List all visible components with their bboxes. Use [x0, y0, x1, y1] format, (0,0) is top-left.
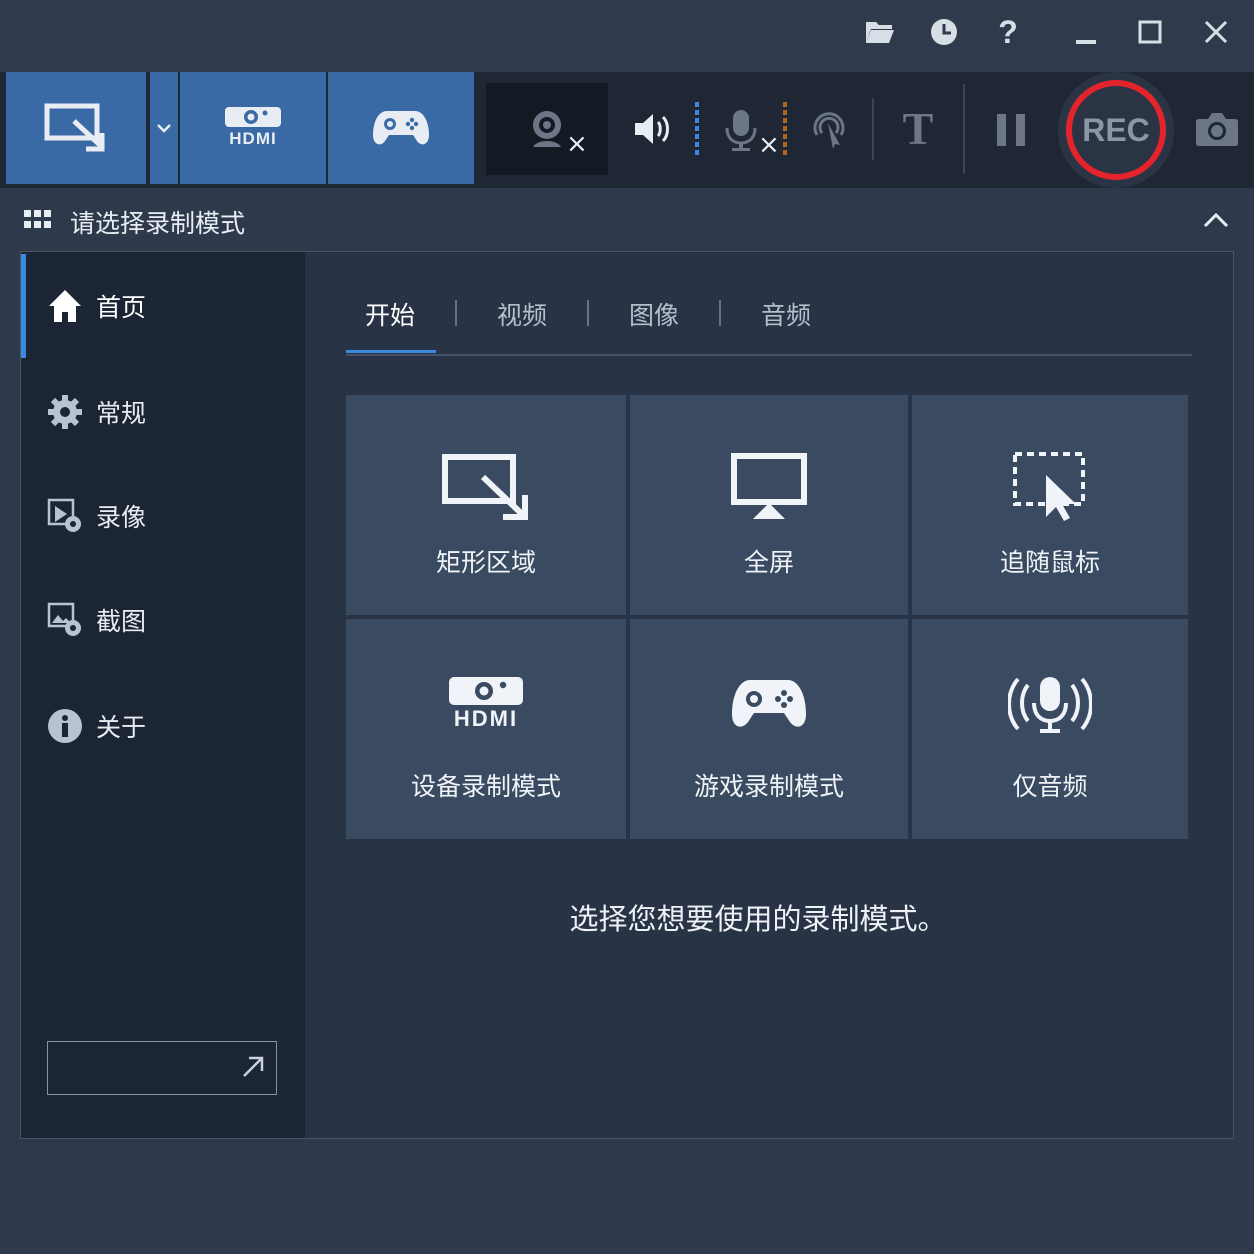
sidebar-item-about[interactable]: 关于 — [21, 674, 305, 778]
sidebar-item-home[interactable]: 首页 — [21, 254, 305, 358]
webcam-off-mark: × — [566, 129, 588, 159]
tab-video[interactable]: 视频 — [497, 296, 547, 332]
folder-icon[interactable] — [860, 12, 900, 52]
tile-label: 追随鼠标 — [999, 548, 1100, 577]
gamepad-icon — [630, 677, 908, 731]
tile-device-recording[interactable]: HDMI 设备录制模式 — [346, 619, 626, 839]
webcam-toggle[interactable]: × — [486, 83, 608, 175]
tile-audio-only[interactable]: 仅音频 — [912, 619, 1188, 839]
toolbar-divider — [963, 84, 965, 174]
speaker-icon — [635, 114, 669, 144]
toolbar-divider — [872, 98, 874, 160]
game-mode-button[interactable] — [328, 72, 474, 184]
tile-follow-mouse[interactable]: 追随鼠标 — [912, 395, 1188, 615]
record-label: REC — [1082, 111, 1150, 148]
section-title: 请选择录制模式 — [70, 209, 246, 238]
tab-image[interactable]: 图像 — [629, 296, 679, 332]
search-input[interactable] — [48, 1042, 240, 1096]
sidebar-item-label: 截图 — [96, 607, 147, 636]
help-icon[interactable]: ? — [988, 12, 1028, 52]
chevron-down-icon — [157, 124, 171, 133]
screenshot-settings-icon — [47, 602, 83, 638]
mode-hint-text: 选择您想要使用的录制模式。 — [569, 902, 947, 936]
speaker-level-meter — [695, 102, 699, 158]
hdmi-icon: HDMI — [346, 677, 626, 732]
maximize-icon[interactable] — [1130, 12, 1170, 52]
tab-separator — [587, 300, 589, 326]
cursor-click-icon — [813, 112, 845, 149]
close-icon[interactable] — [1196, 12, 1236, 52]
chevron-up-icon[interactable] — [1202, 206, 1230, 234]
screenshot-button[interactable] — [1190, 104, 1244, 154]
microphone-icon — [912, 675, 1188, 735]
sidebar-item-screenshot[interactable]: 截图 — [21, 568, 305, 672]
grid-icon — [24, 210, 51, 228]
sidebar-item-label: 常规 — [96, 399, 147, 428]
mic-off-mark: × — [758, 130, 780, 160]
cursor-effect-toggle[interactable] — [808, 106, 854, 152]
hdmi-text: HDMI — [453, 706, 519, 731]
sidebar-item-video[interactable]: 录像 — [21, 464, 305, 568]
rectangle-area-icon — [346, 453, 626, 521]
video-settings-icon — [47, 498, 83, 534]
tab-audio[interactable]: 音频 — [761, 296, 811, 332]
tile-fullscreen[interactable]: 全屏 — [630, 395, 908, 615]
gear-icon — [47, 394, 83, 430]
text-tool-icon: T — [902, 102, 934, 154]
camera-icon — [1196, 113, 1238, 146]
sidebar-item-label: 首页 — [96, 293, 147, 322]
tile-label: 设备录制模式 — [410, 772, 561, 801]
gamepad-icon — [373, 111, 429, 145]
pause-button[interactable] — [986, 108, 1036, 152]
sidebar-item-general[interactable]: 常规 — [21, 360, 305, 464]
tab-separator — [455, 300, 457, 326]
sidebar-item-label: 录像 — [96, 503, 147, 532]
history-icon[interactable] — [924, 12, 964, 52]
search-box — [47, 1041, 277, 1096]
webcam-icon — [533, 111, 561, 147]
microphone-toggle[interactable]: × — [718, 104, 780, 160]
hdmi-text: HDMI — [229, 129, 277, 148]
minimize-icon[interactable] — [1066, 12, 1106, 52]
tile-label: 全屏 — [743, 548, 794, 577]
external-link-icon[interactable] — [240, 1054, 266, 1080]
home-icon — [47, 288, 83, 324]
follow-mouse-icon — [912, 451, 1188, 523]
mode-dropdown-button[interactable] — [150, 72, 178, 184]
tile-game-recording[interactable]: 游戏录制模式 — [630, 619, 908, 839]
active-tab-indicator — [346, 350, 436, 353]
microphone-off-icon — [725, 110, 757, 151]
rectangle-mode-button[interactable] — [6, 72, 146, 184]
rectangle-area-icon — [44, 103, 105, 152]
record-ring: REC — [1066, 80, 1166, 180]
speaker-toggle[interactable] — [628, 106, 678, 152]
hdmi-icon: HDMI — [225, 107, 281, 149]
sidebar-item-label: 关于 — [96, 713, 147, 742]
tile-rectangle-area[interactable]: 矩形区域 — [346, 395, 626, 615]
tab-separator — [719, 300, 721, 326]
text-tool-button[interactable]: T — [892, 102, 944, 154]
tile-label: 仅音频 — [1012, 772, 1088, 801]
mic-level-meter — [783, 102, 787, 158]
hdmi-mode-button[interactable]: HDMI — [180, 72, 326, 184]
tab-start[interactable]: 开始 — [365, 296, 415, 332]
tile-label: 游戏录制模式 — [693, 772, 844, 801]
title-bar: ? — [0, 0, 1254, 72]
footer — [0, 1160, 1254, 1254]
info-icon — [47, 708, 83, 744]
tile-label: 矩形区域 — [435, 548, 536, 577]
monitor-icon — [630, 453, 908, 521]
record-button[interactable]: REC — [1058, 72, 1174, 188]
pause-icon — [997, 114, 1025, 146]
